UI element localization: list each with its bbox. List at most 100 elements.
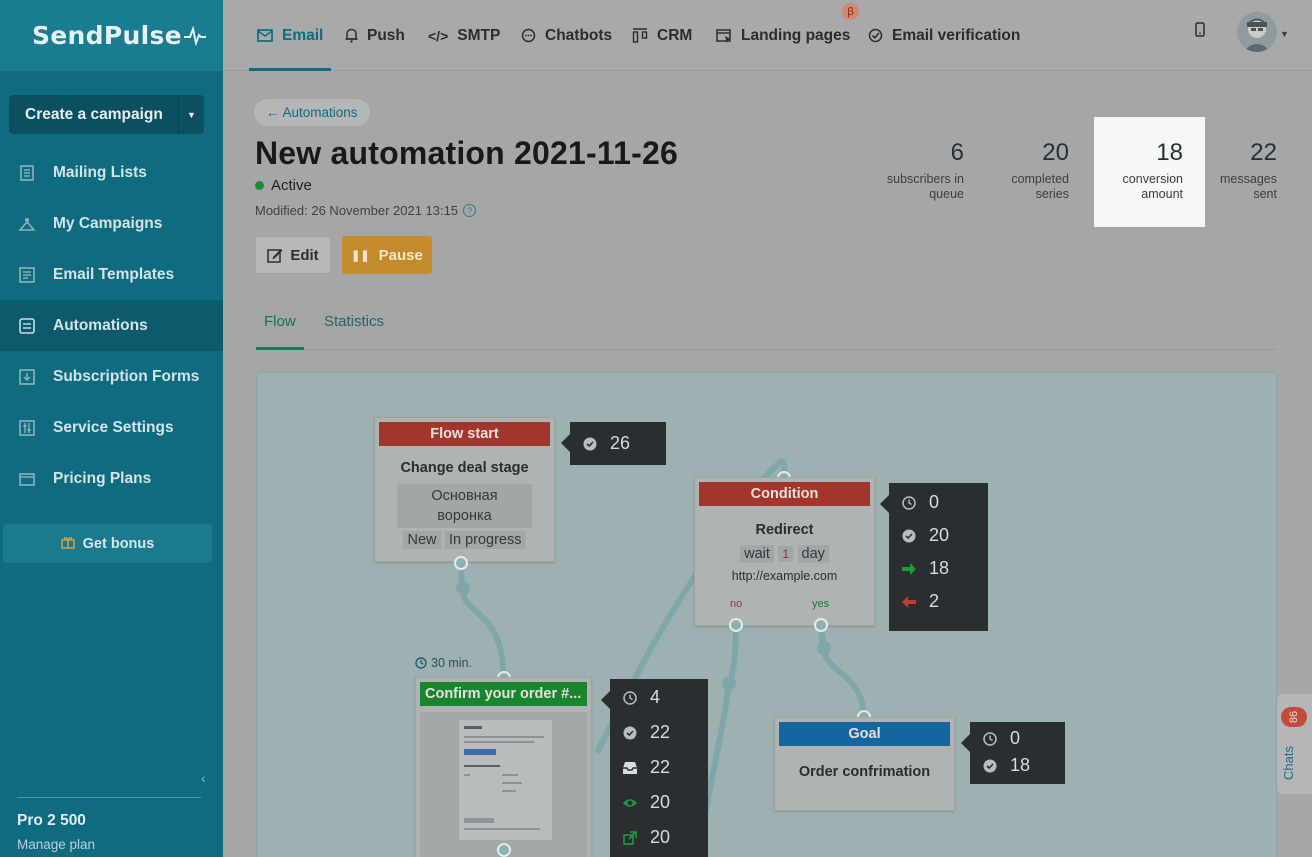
arrow-left-icon bbox=[901, 595, 917, 609]
campaign-icon bbox=[18, 215, 36, 233]
condition-stats: 0 20 18 2 bbox=[880, 483, 988, 631]
stat-count: 26 bbox=[610, 433, 631, 453]
sidebar-item-label: Service Settings bbox=[53, 418, 174, 436]
chevron-down-icon[interactable]: ▼ bbox=[178, 95, 204, 134]
flow-start-node[interactable]: Flow start Change deal stage Основная во… bbox=[374, 417, 555, 562]
chevron-down-icon[interactable]: ▼ bbox=[1280, 29, 1289, 39]
stat-count: 0 bbox=[1010, 728, 1021, 748]
modified-date: Modified: 26 November 2021 13:15 ? bbox=[255, 203, 477, 218]
stat-count: 22 bbox=[650, 757, 671, 777]
stat-count: 0 bbox=[929, 492, 940, 512]
stat-count: 20 bbox=[650, 792, 671, 812]
tab-email-verification[interactable]: Email verification bbox=[868, 0, 1020, 71]
arrow-right-icon bbox=[901, 562, 917, 576]
pause-button[interactable]: ❚❚ Pause bbox=[342, 236, 432, 274]
tab-landing-pages[interactable]: Landing pages bbox=[716, 0, 850, 71]
condition-node[interactable]: Condition Redirect wait 1 day http://exa… bbox=[694, 477, 875, 626]
check-circle-icon bbox=[582, 437, 598, 451]
node-title: Change deal stage bbox=[400, 460, 529, 476]
avatar[interactable] bbox=[1237, 12, 1277, 52]
mobile-app-icon[interactable] bbox=[1195, 22, 1205, 42]
get-bonus-button[interactable]: Get bonus bbox=[3, 524, 212, 563]
stat-count: 4 bbox=[650, 687, 661, 707]
list-book-icon bbox=[18, 164, 36, 182]
node-header: Condition bbox=[699, 482, 870, 506]
stat-value: 20 bbox=[1042, 139, 1069, 166]
sidebar-item-email-templates[interactable]: Email Templates bbox=[0, 249, 223, 300]
email-node[interactable]: Confirm your order #... bbox=[415, 677, 592, 857]
pause-icon: ❚❚ bbox=[351, 249, 370, 262]
stat-completed-series: 20 completed series bbox=[985, 117, 1069, 202]
stage-chip: In progress bbox=[444, 531, 526, 549]
tab-email[interactable]: Email bbox=[248, 0, 332, 71]
branch-yes-label: yes bbox=[812, 598, 830, 610]
flow-canvas[interactable]: Flow start Change deal stage Основная во… bbox=[256, 372, 1277, 857]
chats-widget[interactable]: 86 Chats bbox=[1277, 694, 1312, 794]
tab-chatbots[interactable]: Chatbots bbox=[521, 0, 612, 71]
connector-handle-yes[interactable] bbox=[814, 618, 828, 632]
edit-button[interactable]: Edit bbox=[255, 236, 331, 274]
stat-label: amount bbox=[1141, 187, 1183, 201]
automation-icon bbox=[18, 317, 36, 335]
sidebar-item-pricing-plans[interactable]: Pricing Plans bbox=[0, 453, 223, 504]
help-icon[interactable]: ? bbox=[463, 204, 477, 217]
stat-value: 18 bbox=[1156, 139, 1183, 166]
create-campaign-button[interactable]: Create a campaign ▼ bbox=[9, 95, 204, 134]
sidebar-item-label: Subscription Forms bbox=[53, 367, 200, 385]
page-title: New automation 2021-11-26 bbox=[255, 135, 678, 171]
crm-icon bbox=[632, 28, 648, 43]
connector-handle-no[interactable] bbox=[729, 618, 743, 632]
goal-node[interactable]: Goal Order confrimation bbox=[774, 717, 955, 811]
stat-label: series bbox=[1035, 187, 1069, 201]
sidebar-item-label: Mailing Lists bbox=[53, 163, 147, 181]
sidebar-item-automations[interactable]: Automations bbox=[0, 300, 223, 351]
connector-handle[interactable] bbox=[497, 843, 511, 857]
stat-value: 22 bbox=[1250, 139, 1277, 166]
branch-no-label: no bbox=[730, 598, 743, 610]
email-preview-thumbnail bbox=[420, 712, 587, 857]
sidebar: SendPulse Create a campaign ▼ Mailing Li… bbox=[0, 0, 223, 857]
verify-icon bbox=[868, 28, 883, 43]
edit-icon bbox=[267, 247, 283, 263]
tab-crm[interactable]: CRM bbox=[632, 0, 692, 71]
stat-count: 2 bbox=[929, 591, 940, 611]
stat-conversion-amount: 18 conversion amount bbox=[1094, 117, 1205, 227]
logo[interactable]: SendPulse bbox=[32, 21, 206, 50]
wallet-icon bbox=[18, 470, 36, 488]
sidebar-item-service-settings[interactable]: Service Settings bbox=[0, 402, 223, 453]
stage-chip: New bbox=[403, 531, 441, 549]
settings-sliders-icon bbox=[18, 419, 36, 437]
sidebar-item-label: My Campaigns bbox=[53, 214, 163, 232]
chats-label: Chats bbox=[1281, 746, 1296, 780]
sidebar-item-my-campaigns[interactable]: My Campaigns bbox=[0, 198, 223, 249]
create-campaign-label[interactable]: Create a campaign bbox=[9, 95, 178, 134]
delay-text: 30 min. bbox=[431, 656, 472, 670]
stat-count: 22 bbox=[650, 722, 671, 742]
breadcrumb[interactable]: ← Automations bbox=[254, 99, 370, 126]
chats-count-badge: 86 bbox=[1281, 707, 1307, 727]
connector-handle[interactable] bbox=[454, 556, 468, 570]
sidebar-item-label: Email Templates bbox=[53, 265, 175, 283]
stat-label: sent bbox=[1253, 187, 1277, 201]
inbox-icon bbox=[622, 761, 638, 775]
top-navigation: Email Push </> SMTP Chatbots CRM Landing… bbox=[223, 0, 1312, 71]
pause-label: Pause bbox=[378, 246, 423, 264]
get-bonus-label: Get bonus bbox=[82, 535, 155, 552]
tab-push[interactable]: Push bbox=[345, 0, 405, 71]
template-icon bbox=[18, 266, 36, 284]
status-label: Active bbox=[271, 177, 312, 194]
modified-label: Modified: 26 November 2021 13:15 bbox=[255, 203, 459, 218]
clock-icon bbox=[982, 731, 998, 746]
stat-label: conversion bbox=[1122, 172, 1183, 186]
tab-statistics[interactable]: Statistics bbox=[324, 313, 384, 330]
node-header: Goal bbox=[779, 722, 950, 746]
funnel-chip: Основная воронка bbox=[397, 484, 532, 528]
tab-smtp[interactable]: </> SMTP bbox=[428, 0, 500, 71]
sidebar-item-subscription-forms[interactable]: Subscription Forms bbox=[0, 351, 223, 402]
stat-label: subscribers in bbox=[886, 172, 964, 186]
collapse-sidebar-icon[interactable]: ‹ bbox=[201, 770, 206, 786]
sidebar-item-mailing-lists[interactable]: Mailing Lists bbox=[0, 147, 223, 198]
tab-flow[interactable]: Flow bbox=[256, 313, 304, 350]
external-link-icon bbox=[622, 830, 638, 845]
manage-plan-link[interactable]: Manage plan bbox=[17, 837, 95, 852]
